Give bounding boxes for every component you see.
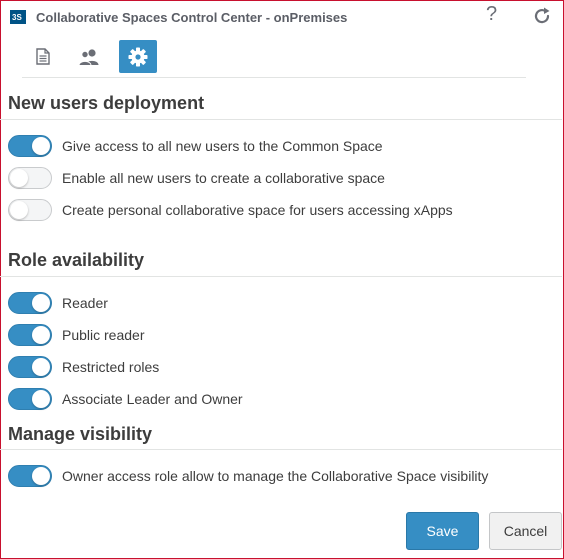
toggle-label: Associate Leader and Owner <box>62 391 243 407</box>
tab-users[interactable] <box>70 40 108 73</box>
divider <box>0 449 562 450</box>
tab-document[interactable] <box>24 40 62 73</box>
help-icon[interactable]: ? <box>486 4 497 24</box>
toggle-knob <box>10 169 28 187</box>
document-icon <box>36 48 50 65</box>
svg-text:3S: 3S <box>12 13 22 22</box>
toggle-switch[interactable] <box>8 167 52 189</box>
toggle-label: Reader <box>62 295 108 311</box>
toggle-label: Create personal collaborative space for … <box>62 202 453 218</box>
setting-role-reader: Reader <box>8 291 108 315</box>
setting-owner-visibility: Owner access role allow to manage the Co… <box>8 464 488 488</box>
toggle-label: Enable all new users to create a collabo… <box>62 170 385 186</box>
toggle-knob <box>32 137 50 155</box>
toggle-switch[interactable] <box>8 135 52 157</box>
toggle-knob <box>32 358 50 376</box>
3ds-logo-icon: 3S <box>10 10 26 24</box>
setting-common-space-access: Give access to all new users to the Comm… <box>8 134 383 158</box>
toggle-switch[interactable] <box>8 324 52 346</box>
section-title-role-availability: Role availability <box>8 250 145 270</box>
toggle-label: Public reader <box>62 327 145 343</box>
toggle-label: Give access to all new users to the Comm… <box>62 138 383 154</box>
setting-role-public-reader: Public reader <box>8 323 145 347</box>
toggle-switch[interactable] <box>8 356 52 378</box>
toggle-knob <box>32 294 50 312</box>
toggle-label: Owner access role allow to manage the Co… <box>62 468 489 484</box>
toggle-knob <box>32 467 50 485</box>
cancel-button[interactable]: Cancel <box>489 512 562 550</box>
section-title-manage-visibility: Manage visibility <box>8 424 153 444</box>
tab-settings[interactable] <box>119 40 157 73</box>
toggle-switch[interactable] <box>8 465 52 487</box>
window-title: Collaborative Spaces Control Center - on… <box>36 10 348 25</box>
tab-bar <box>22 37 526 78</box>
divider <box>0 119 562 120</box>
toggle-switch[interactable] <box>8 199 52 221</box>
toggle-switch[interactable] <box>8 292 52 314</box>
setting-role-restricted: Restricted roles <box>8 355 159 379</box>
toggle-knob <box>32 326 50 344</box>
toggle-knob <box>10 201 28 219</box>
toggle-knob <box>32 390 50 408</box>
gear-icon <box>128 47 148 66</box>
save-button[interactable]: Save <box>406 512 479 550</box>
setting-role-leader-owner: Associate Leader and Owner <box>8 387 243 411</box>
section-title-new-users: New users deployment <box>8 93 205 113</box>
toggle-label: Restricted roles <box>62 359 160 375</box>
toggle-switch[interactable] <box>8 388 52 410</box>
setting-personal-space-xapps: Create personal collaborative space for … <box>8 198 453 222</box>
refresh-icon[interactable] <box>532 6 552 26</box>
setting-create-collab-space: Enable all new users to create a collabo… <box>8 166 385 190</box>
divider <box>0 276 562 277</box>
title-bar: 3S Collaborative Spaces Control Center -… <box>1 1 563 31</box>
users-icon <box>78 48 99 66</box>
